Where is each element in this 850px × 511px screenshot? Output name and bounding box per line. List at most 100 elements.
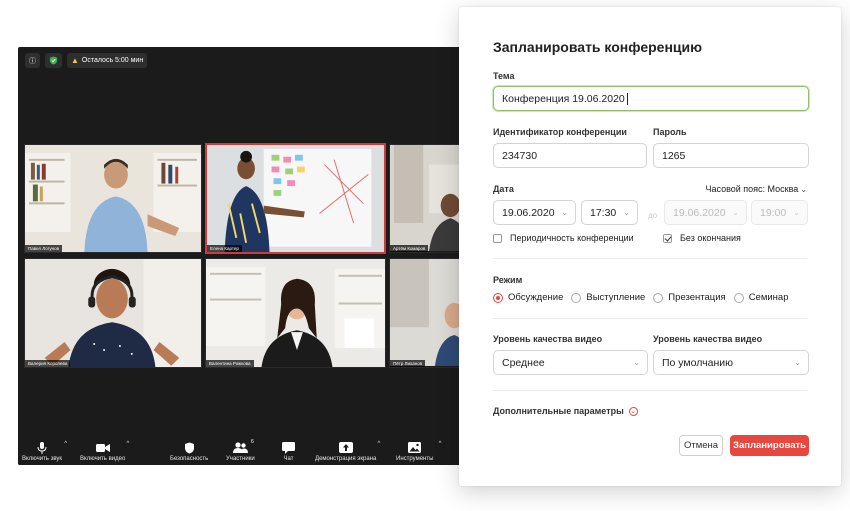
video-quality-default-select[interactable]: По умолчанию ⌄ (653, 350, 809, 375)
tools-button[interactable]: Инструменты ^ (396, 441, 441, 462)
mode-label-text: Выступление (586, 292, 646, 303)
participant-video (390, 145, 467, 252)
chevron-up-icon[interactable]: ^ (439, 441, 442, 447)
security-button[interactable]: Безопасность (170, 441, 208, 462)
chat-icon (282, 441, 295, 454)
start-date-select[interactable]: 19.06.2020 ⌄ (493, 200, 576, 225)
video-tile[interactable]: Павел Логунов (24, 144, 202, 253)
mode-label-text: Семинар (748, 292, 789, 303)
share-screen-button[interactable]: Демонстрация экрана ^ (315, 441, 380, 462)
mode-radio-speech[interactable]: Выступление (571, 292, 645, 303)
date-label: Дата (493, 184, 514, 194)
video-tile-active[interactable]: Елена Картер (205, 143, 386, 254)
video-button[interactable]: Включить видео ^ (80, 441, 129, 462)
mic-button[interactable]: Включить звук ^ (22, 441, 67, 462)
participant-video (206, 259, 385, 367)
mode-radio-presentation[interactable]: Презентация (653, 292, 726, 303)
schedule-button[interactable]: Запланировать (730, 435, 809, 456)
chevron-down-icon: ⌄ (793, 208, 800, 217)
to-separator: до (648, 211, 658, 220)
timer-text: Осталось 5:00 мин (81, 57, 144, 64)
participant-name: Артём Комаров (390, 245, 429, 252)
shield-icon[interactable] (45, 53, 62, 68)
chevron-up-icon[interactable]: ^ (377, 441, 380, 447)
start-date-value: 19.06.2020 (502, 206, 555, 219)
end-time-value: 19:00 (760, 206, 787, 219)
radio-dot (571, 292, 582, 303)
chevron-down-icon: ⌄ (623, 208, 630, 217)
start-time-value: 17:30 (590, 206, 617, 219)
top-badges: ⓘ ▲ Осталось 5:00 мин (25, 53, 148, 68)
mic-label: Включить звук (22, 456, 63, 462)
recurring-checkbox[interactable]: Периодичность конференции (493, 233, 634, 243)
participants-button[interactable]: 6 Участники (226, 439, 255, 462)
mode-radio-discussion[interactable]: Обсуждение (493, 292, 563, 303)
password-input[interactable]: 1265 (653, 143, 809, 168)
video-quality-value: Среднее (502, 356, 545, 369)
recurring-label: Периодичность конференции (510, 233, 634, 243)
camera-icon (95, 441, 110, 454)
chat-button[interactable]: Чат (282, 441, 295, 462)
meeting-toolbar: Включить звук ^ Включить видео ^ Безопас… (18, 437, 468, 465)
shield-icon (184, 441, 195, 454)
timer-badge: ▲ Осталось 5:00 мин (67, 53, 148, 68)
advanced-options-toggle[interactable]: Дополнительные параметры ⌄ (493, 406, 638, 416)
password-value: 1265 (662, 149, 686, 162)
participant-name: Елена Картер (207, 245, 242, 252)
dialog-title: Запланировать конференцию (493, 39, 703, 55)
image-icon (408, 441, 422, 454)
video-tile[interactable]: Артём Комаров (389, 144, 468, 253)
video-quality-default-value: По умолчанию (662, 356, 734, 369)
video-label: Включить видео (80, 456, 126, 462)
password-label: Пароль (653, 127, 687, 137)
participant-video (390, 259, 467, 367)
meeting-id-label: Идентификатор конференции (493, 127, 627, 137)
mode-radio-seminar[interactable]: Семинар (733, 292, 789, 303)
share-screen-icon (338, 441, 353, 454)
mode-radio-group: Обсуждение Выступление Презентация Семин… (493, 292, 796, 303)
warning-icon: ▲ (71, 56, 79, 65)
meeting-id-value: 234730 (502, 149, 538, 162)
video-tile[interactable]: Валерия Королева (24, 258, 202, 368)
divider (493, 258, 807, 259)
video-tile[interactable]: Пётр Лиханов (389, 258, 468, 368)
schedule-meeting-dialog: Запланировать конференцию Тема Конференц… (459, 7, 841, 486)
participants-count: 6 (251, 439, 254, 445)
divider (493, 318, 807, 319)
mode-label-text: Презентация (668, 292, 726, 303)
topic-input[interactable]: Конференция 19.06.2020 (493, 86, 809, 111)
topic-label: Тема (493, 71, 515, 81)
people-icon: 6 (232, 439, 254, 454)
chevron-up-icon[interactable]: ^ (126, 441, 129, 447)
radio-dot (653, 292, 664, 303)
share-screen-label: Демонстрация экрана (315, 456, 377, 462)
text-cursor (626, 92, 628, 105)
participants-label: Участники (226, 456, 255, 462)
microphone-icon (37, 441, 47, 454)
chevron-down-icon: ⌄ (633, 358, 640, 367)
checkbox-box (493, 233, 502, 243)
chevron-down-icon: ⌄ (561, 208, 568, 217)
participant-video (25, 259, 201, 367)
topic-value: Конференция 19.06.2020 (502, 92, 625, 105)
cancel-button[interactable]: Отмена (679, 435, 723, 456)
video-quality-select[interactable]: Среднее ⌄ (493, 350, 648, 375)
timezone-select[interactable]: Часовой пояс: Москва ⌄ (705, 184, 807, 194)
meeting-id-input[interactable]: 234730 (493, 143, 647, 168)
tools-label: Инструменты (396, 456, 434, 462)
timezone-value: Часовой пояс: Москва (705, 184, 799, 194)
video-tile[interactable]: Валентина Рожкова (205, 258, 386, 368)
chevron-down-icon: ⌄ (794, 358, 801, 367)
radio-dot (493, 292, 503, 303)
start-time-select[interactable]: 17:30 ⌄ (581, 200, 638, 225)
chevron-down-icon: ⌄ (732, 208, 739, 217)
info-icon[interactable]: ⓘ (25, 53, 40, 68)
participant-video (207, 145, 384, 252)
chevron-up-icon[interactable]: ^ (64, 441, 67, 447)
no-end-label: Без окончания (680, 233, 741, 243)
chevron-down-icon: ⌄ (800, 185, 807, 194)
checkbox-box (663, 233, 672, 243)
no-end-checkbox[interactable]: Без окончания (663, 233, 741, 243)
end-date-value: 19.06.2020 (673, 206, 726, 219)
advanced-options-label: Дополнительные параметры (493, 406, 624, 416)
